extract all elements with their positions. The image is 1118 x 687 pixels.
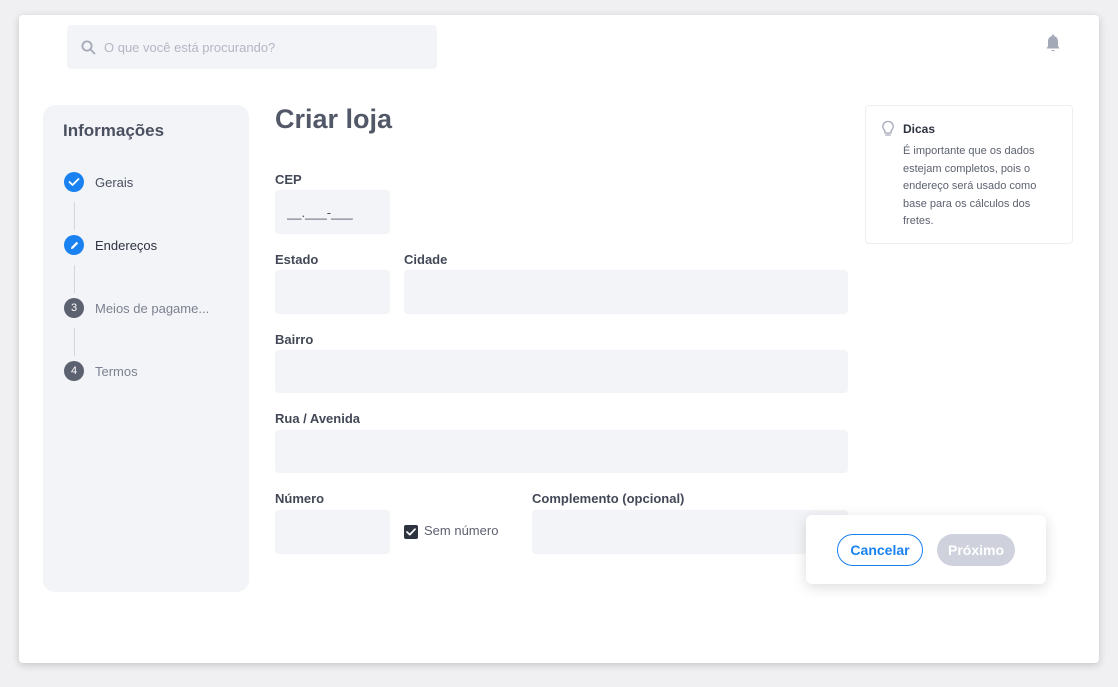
step-connector bbox=[73, 202, 75, 230]
sem-numero-checkbox[interactable] bbox=[404, 525, 418, 539]
steps-title: Informações bbox=[63, 121, 165, 140]
rua-field[interactable] bbox=[275, 430, 848, 473]
step-gerais[interactable]: Gerais bbox=[64, 172, 133, 192]
estado-field[interactable] bbox=[275, 270, 390, 314]
cep-label: CEP bbox=[275, 172, 302, 187]
bairro-label: Bairro bbox=[275, 332, 314, 347]
bairro-field[interactable] bbox=[275, 350, 848, 393]
step-number-badge: 4 bbox=[64, 361, 84, 381]
pencil-icon bbox=[64, 235, 84, 255]
search-icon bbox=[80, 39, 96, 55]
estado-label: Estado bbox=[275, 252, 319, 267]
step-label: Termos bbox=[95, 363, 138, 379]
search-bar[interactable] bbox=[67, 25, 437, 69]
step-label: Endereços bbox=[95, 237, 158, 253]
rua-label: Rua / Avenida bbox=[275, 411, 361, 426]
step-connector bbox=[73, 265, 75, 293]
step-termos[interactable]: 4 Termos bbox=[64, 361, 138, 381]
step-label: Gerais bbox=[95, 174, 134, 190]
step-label: Meios de pagame... bbox=[95, 300, 210, 316]
check-icon bbox=[64, 172, 84, 192]
cidade-field[interactable] bbox=[404, 270, 848, 314]
complemento-field[interactable] bbox=[532, 510, 848, 554]
cidade-label: Cidade bbox=[404, 252, 448, 267]
sem-numero-label[interactable]: Sem número bbox=[424, 523, 498, 538]
tips-text: É importante que os dados estejam comple… bbox=[903, 145, 1037, 227]
search-input[interactable] bbox=[102, 38, 426, 56]
numero-label: Número bbox=[275, 491, 325, 506]
numero-field[interactable] bbox=[275, 510, 390, 554]
next-button[interactable]: Próximo bbox=[937, 534, 1015, 566]
step-connector bbox=[73, 328, 75, 356]
lightbulb-icon bbox=[881, 120, 895, 138]
step-enderecos[interactable]: Endereços bbox=[64, 235, 157, 255]
step-number-badge: 3 bbox=[64, 298, 84, 318]
step-meios-de-pagamento[interactable]: 3 Meios de pagame... bbox=[64, 298, 209, 318]
tips-title: Dicas bbox=[903, 122, 936, 136]
cep-field[interactable] bbox=[275, 190, 390, 234]
bell-icon[interactable] bbox=[1044, 34, 1062, 54]
cancel-button[interactable]: Cancelar bbox=[837, 534, 923, 566]
complemento-label: Complemento (opcional) bbox=[532, 491, 685, 506]
page-title: Criar loja bbox=[275, 104, 393, 134]
